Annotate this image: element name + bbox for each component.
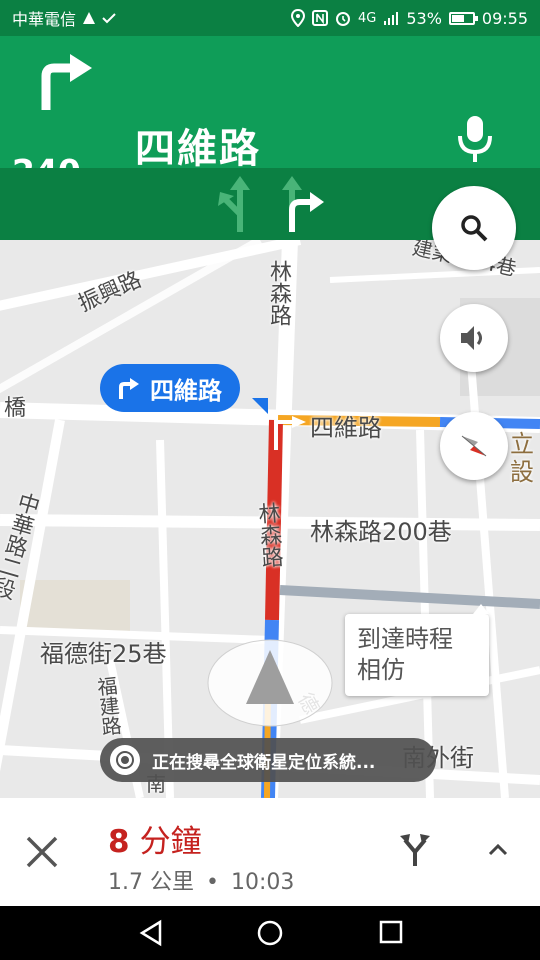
map-label-linsen-lane-200: 林森路200巷 bbox=[310, 518, 452, 546]
microphone-icon[interactable] bbox=[455, 114, 495, 164]
callout-pointer bbox=[252, 398, 268, 414]
home-icon[interactable] bbox=[256, 919, 284, 947]
chevron-up-icon[interactable] bbox=[486, 838, 510, 862]
trip-details: 1.7 公里 • 10:03 bbox=[108, 864, 294, 896]
status-bar: 中華電信 4G 53% 09:55 bbox=[0, 0, 540, 36]
alarm-icon bbox=[335, 12, 350, 26]
separator-dot: • bbox=[205, 870, 219, 895]
current-location-marker bbox=[207, 639, 333, 727]
map-label-she: 設 bbox=[510, 458, 534, 486]
gps-message: 正在搜尋全球衛星定位系統... bbox=[152, 752, 376, 773]
eta-unit: 分鐘 bbox=[139, 824, 202, 860]
map-label-qiao: 橋 bbox=[4, 396, 27, 421]
next-street-name: 四維路 bbox=[135, 126, 261, 172]
sound-button[interactable] bbox=[440, 304, 508, 372]
back-icon[interactable] bbox=[138, 919, 164, 947]
map-label-fude-street-25: 福德街25巷 bbox=[40, 640, 167, 668]
map-label-siwei-road: 四維路 bbox=[310, 414, 382, 442]
signal-warning-icon bbox=[83, 12, 96, 24]
search-icon bbox=[461, 215, 488, 242]
navigation-header[interactable]: 240 公尺 四維路 bbox=[0, 36, 540, 191]
similar-eta-line2: 相仿 bbox=[357, 656, 405, 684]
recents-icon[interactable] bbox=[378, 919, 404, 945]
gps-searching-toast: 正在搜尋全球衛星定位系統... bbox=[100, 738, 436, 782]
gps-icon bbox=[110, 745, 140, 775]
map-label-linsen-road-top: 林森路 bbox=[266, 260, 291, 326]
location-icon bbox=[290, 9, 305, 27]
carrier-name: 中華電信 bbox=[12, 10, 77, 29]
alternate-route-eta-label[interactable]: 到達時程 相仿 bbox=[345, 604, 489, 696]
lane-arrows bbox=[218, 176, 324, 232]
similar-eta-line1: 到達時程 bbox=[357, 625, 453, 653]
lane-right-turn-icon bbox=[289, 192, 324, 232]
battery-percent: 53% bbox=[406, 8, 442, 28]
compass-icon bbox=[461, 435, 487, 457]
compass-button[interactable] bbox=[440, 412, 508, 480]
callout-street-name: 四維路 bbox=[150, 376, 222, 405]
search-button[interactable] bbox=[432, 186, 516, 270]
arrival-time: 10:03 bbox=[230, 870, 295, 895]
turn-right-icon bbox=[41, 54, 92, 110]
close-icon[interactable] bbox=[24, 834, 60, 870]
next-turn-callout[interactable]: 四維路 bbox=[100, 364, 240, 412]
map-label-linsen-road-mid: 林森路 bbox=[253, 501, 284, 569]
trip-summary-panel[interactable]: 8 分鐘 1.7 公里 • 10:03 bbox=[0, 798, 540, 906]
turn-right-icon bbox=[119, 378, 139, 399]
map-label-fujian-road: 福建路 bbox=[92, 674, 124, 738]
eta-minutes: 8 bbox=[108, 824, 130, 860]
system-navigation-bar bbox=[0, 906, 540, 960]
cell-signal-icon bbox=[384, 12, 399, 25]
remaining-distance: 1.7 公里 bbox=[108, 870, 194, 895]
alternate-routes-icon[interactable] bbox=[400, 832, 430, 868]
lane-straight-left-icon bbox=[218, 176, 250, 232]
clock: 09:55 bbox=[481, 8, 528, 28]
battery-icon bbox=[448, 11, 478, 25]
network-type: 4G bbox=[357, 10, 377, 26]
check-icon bbox=[102, 13, 116, 24]
volume-icon bbox=[461, 326, 482, 350]
eta-duration: 8 分鐘 bbox=[108, 816, 202, 861]
nfc-icon bbox=[311, 10, 328, 26]
